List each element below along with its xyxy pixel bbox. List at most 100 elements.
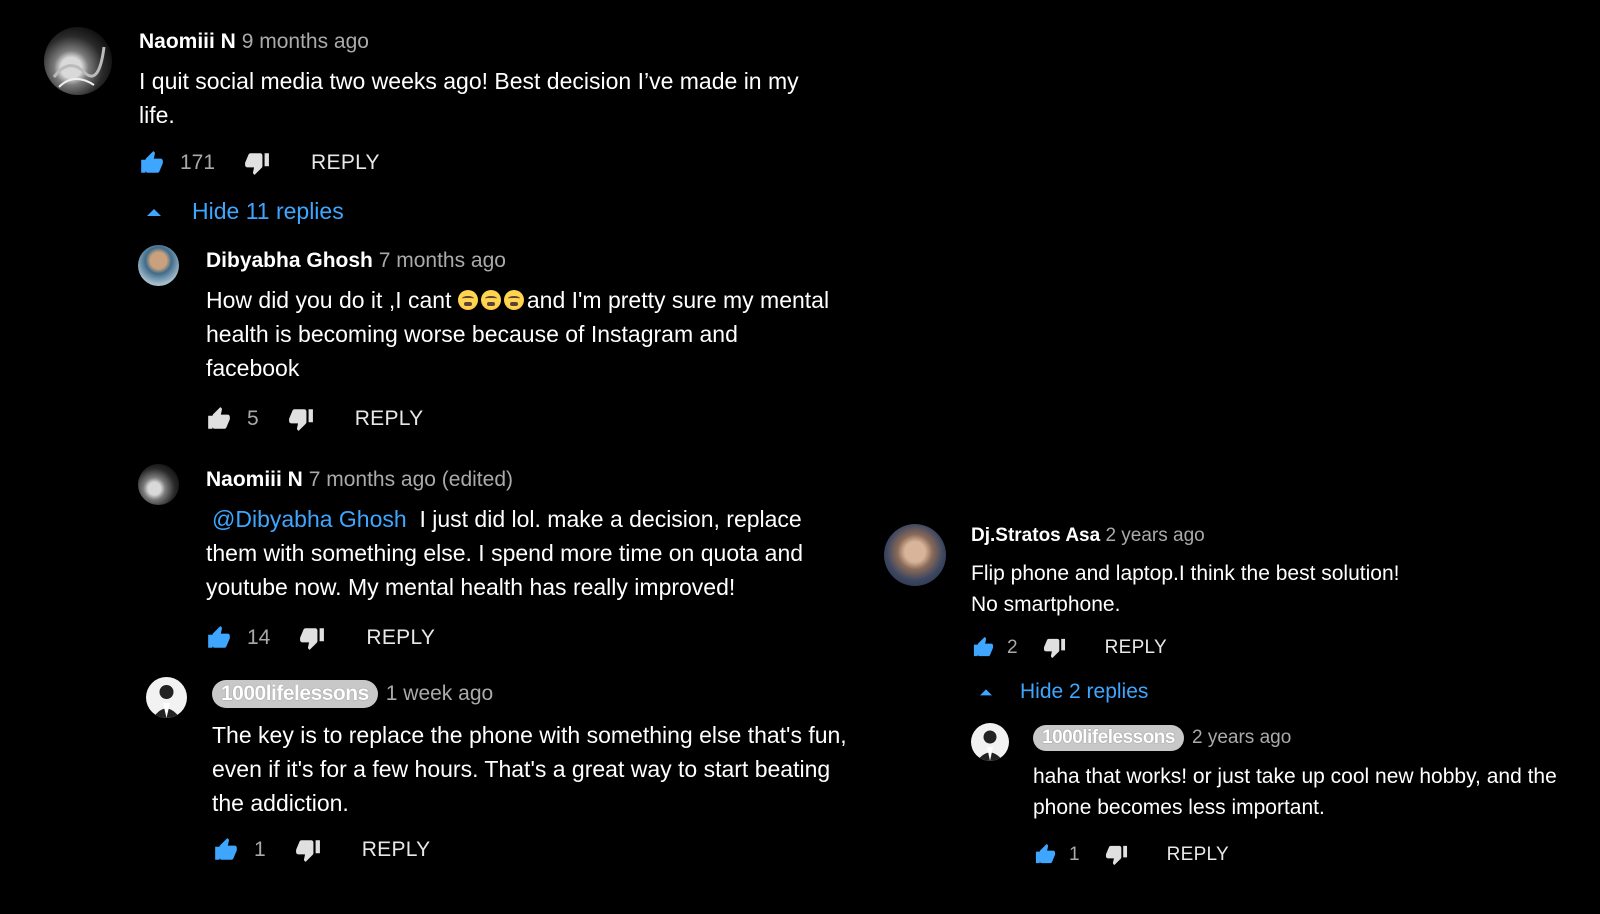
reply-first-line: @Dibyabha Ghosh I just did lol. make a d…: [206, 502, 886, 536]
author-name[interactable]: Dibyabha Ghosh: [206, 249, 373, 272]
thumbs-down-icon: [288, 409, 313, 431]
avatar[interactable]: [138, 464, 179, 505]
reply-body: How did you do it ,I cant and I'm pretty…: [206, 283, 886, 385]
chevron-up-icon: [147, 208, 161, 216]
author-name[interactable]: Naomiii N: [139, 30, 236, 53]
like-count: 2: [1007, 636, 1018, 658]
comment-header: Dj.Stratos Asa 2 years ago: [971, 525, 1205, 547]
reply-text: How did you do it ,I cant: [206, 287, 458, 313]
crying-face-emoji: [480, 290, 501, 310]
avatar[interactable]: [971, 723, 1009, 761]
avatar-image: [52, 46, 106, 88]
thumbs-up-icon: [973, 636, 994, 657]
avatar[interactable]: [146, 677, 187, 718]
like-button[interactable]: [971, 636, 996, 659]
reply-actions: 1 REPLY: [1033, 843, 1229, 866]
like-count: 14: [247, 626, 271, 649]
comment-body: Flip phone and laptop.I think the best s…: [971, 558, 1571, 620]
avatar[interactable]: [44, 27, 112, 95]
comment-line: Flip phone and laptop.I think the best s…: [971, 562, 1400, 585]
thumbs-down-icon: [1043, 638, 1065, 659]
reply-first-line: How did you do it ,I cant and I'm pretty…: [206, 283, 886, 317]
reply-line: health is becoming worse because of Inst…: [206, 321, 738, 347]
reply-actions: 5 REPLY: [205, 406, 424, 432]
hide-replies-toggle[interactable]: Hide 2 replies: [978, 680, 1148, 704]
reply-actions: 1 REPLY: [212, 837, 431, 863]
reply-line: phone becomes less important.: [1033, 796, 1325, 819]
thumbs-down-icon: [1105, 845, 1127, 866]
reply-header: Naomiii N 7 months ago (edited): [206, 468, 513, 492]
thumbs-up-icon: [208, 407, 230, 429]
dislike-button[interactable]: [294, 837, 322, 863]
dislike-button[interactable]: [1042, 636, 1067, 659]
hide-replies-toggle[interactable]: Hide 11 replies: [145, 198, 344, 225]
thumbs-up-icon: [1035, 843, 1056, 864]
timestamp[interactable]: 2 years ago: [1105, 525, 1204, 546]
reply-button[interactable]: REPLY: [311, 151, 380, 175]
like-button[interactable]: [205, 625, 233, 651]
hide-replies-label: Hide 2 replies: [1020, 680, 1149, 703]
comment-line: No smartphone.: [971, 593, 1121, 616]
reply-line: youtube now. My mental health has really…: [206, 574, 736, 600]
timestamp[interactable]: 7 months ago (edited): [309, 468, 513, 491]
thumbs-up-icon: [208, 626, 230, 648]
author-name-chip[interactable]: 1000lifelessons: [1033, 725, 1184, 751]
thumbs-up-icon: [141, 151, 163, 173]
avatar-image: [153, 685, 180, 718]
comment-body: I quit social media two weeks ago! Best …: [139, 64, 859, 132]
like-button[interactable]: [212, 837, 240, 863]
dislike-button[interactable]: [1104, 843, 1129, 866]
reply-line: the addiction.: [212, 790, 349, 816]
thumbs-down-icon: [300, 628, 325, 650]
reply-text: and I'm pretty sure my mental: [526, 287, 830, 313]
dislike-button[interactable]: [243, 150, 271, 176]
timestamp[interactable]: 1 week ago: [386, 682, 493, 706]
reply-header: 1000lifelessons 2 years ago: [1033, 725, 1291, 751]
reply-button[interactable]: REPLY: [1167, 844, 1229, 866]
avatar-image: [977, 730, 1003, 761]
timestamp[interactable]: 9 months ago: [242, 30, 369, 53]
like-count: 1: [254, 838, 266, 861]
dislike-button[interactable]: [298, 625, 326, 651]
comment-line: life.: [139, 102, 175, 128]
reply-header: 1000lifelessons 1 week ago: [212, 680, 493, 708]
crying-face-emoji: [457, 290, 478, 310]
timestamp[interactable]: 2 years ago: [1192, 727, 1291, 749]
reply-button[interactable]: REPLY: [355, 407, 424, 431]
thumbs-down-icon: [295, 840, 320, 862]
reply-line: even if it's for a few hours. That's a g…: [212, 756, 831, 782]
dislike-button[interactable]: [287, 406, 315, 432]
author-name[interactable]: Naomiii N: [206, 468, 303, 491]
avatar[interactable]: [138, 245, 179, 286]
mention-link[interactable]: @Dibyabha Ghosh: [212, 506, 407, 532]
comment-header: Naomiii N 9 months ago: [139, 30, 369, 54]
reply-line: facebook: [206, 355, 300, 381]
reply-button[interactable]: REPLY: [362, 838, 431, 862]
reply-line: The key is to replace the phone with som…: [212, 722, 847, 748]
reply-body: @Dibyabha Ghosh I just did lol. make a d…: [206, 502, 886, 604]
reply-line: haha that works! or just take up cool ne…: [1033, 765, 1557, 788]
like-button[interactable]: [138, 150, 166, 176]
reply-actions: 14 REPLY: [205, 625, 435, 651]
reply-line: them with something else. I spend more t…: [206, 540, 804, 566]
thumbs-down-icon: [245, 153, 269, 175]
hide-replies-label: Hide 11 replies: [192, 198, 344, 224]
avatar[interactable]: [884, 524, 946, 586]
reply-body: haha that works! or just take up cool ne…: [1033, 761, 1593, 823]
timestamp[interactable]: 7 months ago: [379, 249, 506, 272]
like-count: 1: [1069, 843, 1080, 865]
reply-button[interactable]: REPLY: [1105, 637, 1167, 659]
like-count: 5: [247, 407, 259, 430]
reply-text: I just did lol. make a decision, replace: [419, 506, 802, 532]
chevron-up-icon: [980, 689, 992, 696]
comment-actions: 2 REPLY: [971, 636, 1167, 659]
reply-header: Dibyabha Ghosh 7 months ago: [206, 249, 506, 273]
like-button[interactable]: [1033, 843, 1058, 866]
crying-face-emoji: [503, 290, 524, 310]
author-name[interactable]: Dj.Stratos Asa: [971, 525, 1100, 546]
like-count: 171: [180, 151, 216, 174]
reply-button[interactable]: REPLY: [366, 626, 435, 650]
thumbs-up-icon: [215, 838, 237, 860]
author-name-chip[interactable]: 1000lifelessons: [212, 680, 378, 708]
like-button[interactable]: [205, 406, 233, 432]
